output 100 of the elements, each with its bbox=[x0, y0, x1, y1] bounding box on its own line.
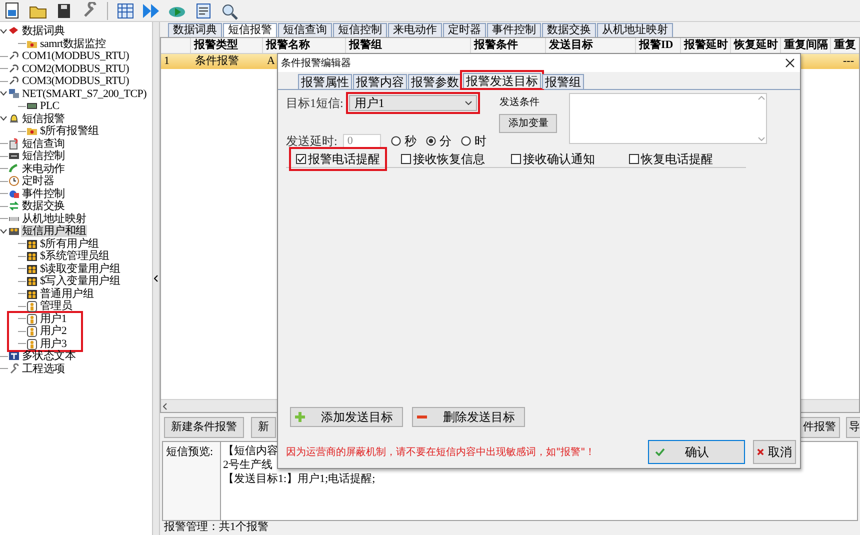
tab[interactable]: 短信报警 bbox=[223, 23, 277, 37]
table-cell: A bbox=[267, 55, 275, 67]
tree-item[interactable]: 管理员 bbox=[39, 300, 74, 312]
preview-label: 短信预览: bbox=[163, 442, 221, 520]
tree-item[interactable]: 来电动作 bbox=[21, 162, 66, 175]
cross-icon bbox=[757, 448, 764, 456]
tab[interactable]: 数据词典 bbox=[168, 23, 222, 37]
tree-item[interactable]: COM2(MODBUS_RTU) bbox=[21, 62, 130, 75]
tree-item[interactable]: $读取变量用户组 bbox=[39, 262, 122, 275]
tree-item[interactable]: 用户2 bbox=[39, 325, 68, 338]
preview-line: 【发送目标1:】用户1;电话提醒; bbox=[223, 472, 376, 486]
tab[interactable]: 从机地址映射 bbox=[597, 23, 673, 37]
exchange-icon bbox=[8, 200, 20, 212]
tree-item[interactable]: 事件控制 bbox=[21, 188, 66, 200]
scroll-left-icon bbox=[163, 402, 167, 410]
text-icon bbox=[8, 350, 20, 362]
tree-item[interactable]: COM3(MODBUS_RTU) bbox=[21, 75, 130, 88]
radio-option[interactable]: 分 bbox=[426, 132, 452, 150]
splitter[interactable] bbox=[152, 22, 160, 535]
target-dropdown[interactable]: 用户1 bbox=[349, 95, 478, 111]
tree-item[interactable]: NET(SMART_S7_200_TCP) bbox=[21, 88, 148, 100]
user-icon bbox=[26, 325, 38, 338]
network-icon bbox=[8, 88, 20, 100]
tree-item[interactable]: 用户1 bbox=[39, 312, 68, 325]
row-number: 1 bbox=[163, 54, 170, 69]
tab[interactable]: 报警属性 bbox=[298, 74, 352, 89]
confirm-button[interactable]: 确认 bbox=[648, 440, 745, 464]
tab[interactable]: 定时器 bbox=[443, 23, 486, 37]
tree-item[interactable]: 定时器 bbox=[21, 175, 56, 188]
check-icon bbox=[655, 448, 665, 456]
tree-item[interactable]: PLC bbox=[39, 100, 60, 112]
tab[interactable]: 短信查询 bbox=[278, 23, 332, 37]
phone-icon bbox=[8, 162, 20, 175]
checkbox-option[interactable]: 接收恢复信息 bbox=[399, 150, 487, 168]
tree-item[interactable]: 从机地址映射 bbox=[21, 212, 88, 225]
tree-item[interactable]: 用户3 bbox=[39, 338, 68, 350]
tree-item[interactable]: 多状态文本 bbox=[21, 350, 77, 362]
user-group-icon bbox=[26, 238, 38, 250]
tree-item[interactable]: 普通用户组 bbox=[39, 288, 95, 300]
tab[interactable]: 报警内容 bbox=[353, 74, 407, 89]
checkbox-option[interactable]: 恢复电话提醒 bbox=[627, 150, 715, 168]
scroll-up-icon bbox=[758, 96, 765, 100]
tab[interactable]: 报警组 bbox=[542, 74, 584, 89]
button[interactable]: 导 bbox=[846, 416, 860, 438]
folder-icon bbox=[26, 125, 38, 138]
user-group-icon bbox=[26, 262, 38, 275]
grid-icon bbox=[116, 2, 134, 20]
add-target-button[interactable]: 添加发送目标 bbox=[290, 407, 403, 427]
column-header[interactable]: 重复 bbox=[831, 38, 859, 53]
scroll-down-icon bbox=[758, 137, 765, 141]
tree-item[interactable]: $所有用户组 bbox=[39, 238, 100, 250]
search-icon bbox=[220, 2, 238, 20]
tab[interactable]: 事件控制 bbox=[487, 23, 541, 37]
tree-item[interactable]: 短信查询 bbox=[21, 138, 66, 150]
tree-item[interactable]: 短信控制 bbox=[21, 150, 66, 162]
radio-option[interactable]: 时 bbox=[461, 132, 486, 150]
add-variable-button[interactable]: 添加变量 bbox=[499, 114, 558, 133]
table-cell: 条件报警 bbox=[195, 55, 239, 67]
warning-text: 因为运营商的屏蔽机制，请不要在短信内容中出现敏感词，如"报警"！ bbox=[286, 446, 596, 460]
radio-option[interactable]: 秒 bbox=[391, 132, 416, 150]
user-icon bbox=[26, 312, 38, 325]
preview-line: 2号生产线 bbox=[223, 458, 272, 472]
button[interactable]: 新建条件报警 bbox=[164, 416, 244, 438]
dialog-title: 条件报警编辑器 bbox=[281, 56, 351, 70]
fast-forward-icon bbox=[142, 2, 160, 20]
tree-item[interactable]: COM1(MODBUS_RTU) bbox=[21, 50, 130, 62]
close-icon bbox=[785, 58, 795, 68]
checkbox-option[interactable]: 接收确认通知 bbox=[509, 150, 597, 168]
button[interactable]: 新 bbox=[251, 416, 276, 438]
field-label: 目标1短信: bbox=[286, 95, 344, 112]
tree-item[interactable]: 短信报警 bbox=[21, 112, 66, 125]
tree-item[interactable]: samrt数据监控 bbox=[39, 38, 107, 50]
tree-item[interactable]: 数据交换 bbox=[21, 200, 66, 212]
bell-icon bbox=[8, 112, 20, 125]
save-icon bbox=[55, 2, 73, 20]
tab[interactable]: 来电动作 bbox=[388, 23, 442, 37]
tree-item[interactable]: $写入变量用户组 bbox=[39, 275, 122, 288]
cancel-button[interactable]: 取消 bbox=[753, 440, 796, 464]
checkbox-option[interactable]: 报警电话提醒 bbox=[294, 150, 382, 168]
tab[interactable]: 数据交换 bbox=[542, 23, 596, 37]
tab[interactable]: 报警发送目标 bbox=[463, 73, 541, 88]
user-group-icon bbox=[26, 250, 38, 262]
remove-target-button[interactable]: 删除发送目标 bbox=[412, 407, 525, 427]
column-header[interactable]: 报警类型 bbox=[191, 38, 263, 53]
tree-item[interactable]: $系统管理员组 bbox=[39, 250, 110, 262]
plus-icon bbox=[295, 412, 305, 422]
tree-item[interactable]: 短信用户和组 bbox=[21, 225, 88, 238]
users-icon bbox=[8, 225, 20, 238]
minus-icon bbox=[417, 415, 427, 419]
tab[interactable]: 报警参数 bbox=[408, 74, 462, 89]
tab[interactable]: 短信控制 bbox=[333, 23, 387, 37]
user-group-icon bbox=[26, 275, 38, 288]
user-icon bbox=[26, 300, 38, 312]
tree-item[interactable]: 数据词典 bbox=[21, 25, 66, 38]
user-group-icon bbox=[26, 288, 38, 300]
tree-item[interactable]: 工程选项 bbox=[21, 362, 66, 375]
field-label: 发送延时: bbox=[286, 133, 338, 150]
tree-item[interactable]: $所有报警组 bbox=[39, 125, 100, 138]
delay-field[interactable]: 0 bbox=[343, 134, 382, 148]
condition-field[interactable] bbox=[569, 93, 768, 144]
